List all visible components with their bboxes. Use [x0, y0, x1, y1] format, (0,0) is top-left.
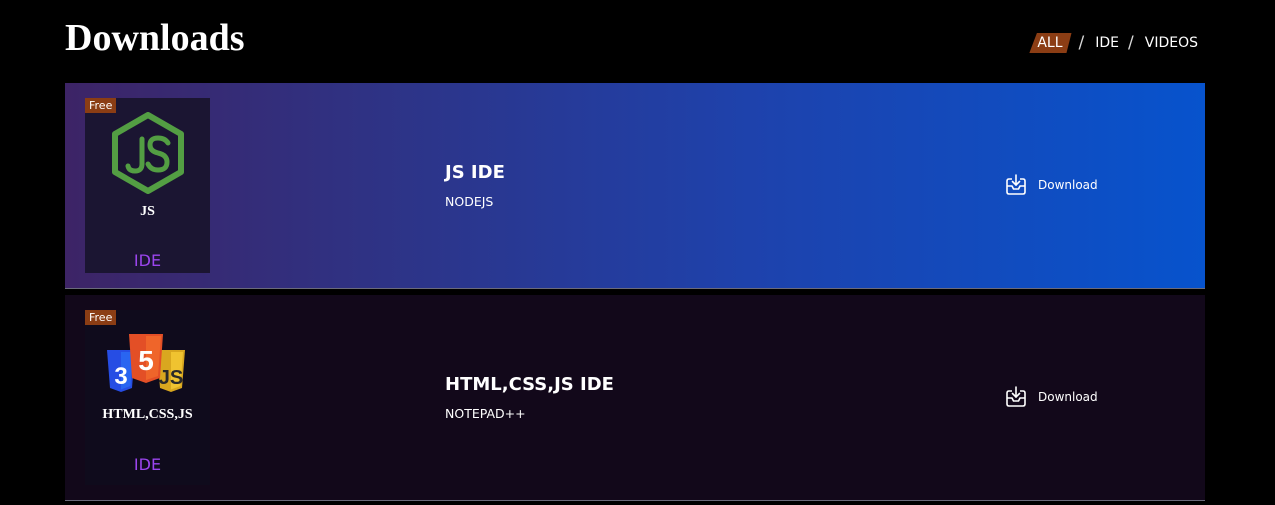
item-subtitle: NOTEPAD++: [445, 406, 526, 421]
page-title: Downloads: [65, 17, 245, 59]
thumbnail-category: IDE: [133, 455, 162, 474]
filter-separator: /: [1128, 33, 1134, 53]
filter-ide[interactable]: IDE: [1093, 35, 1121, 51]
free-badge: Free: [85, 310, 117, 325]
download-tray-icon: [1006, 386, 1026, 407]
thumbnail-name: JS: [140, 204, 155, 219]
download-label: Download: [1038, 178, 1098, 192]
card-info: HTML,CSS,JS IDE NOTEPAD++: [445, 373, 614, 421]
item-title[interactable]: HTML,CSS,JS IDE: [445, 373, 614, 397]
filter-videos[interactable]: VIDEOS: [1143, 35, 1200, 51]
nodejs-logo-icon: [112, 112, 184, 194]
card-thumbnail[interactable]: Free JS IDE: [85, 98, 210, 273]
filter-all[interactable]: ALL: [1029, 33, 1072, 53]
download-card: 3 JS 5 Free HTML,CSS,JS IDE HTML,CSS,JS …: [65, 295, 1205, 501]
download-label: Download: [1038, 390, 1098, 404]
item-title[interactable]: JS IDE: [445, 161, 505, 185]
download-button[interactable]: Download: [1005, 386, 1098, 408]
card-info: JS IDE NODEJS: [445, 161, 505, 209]
card-thumbnail[interactable]: 3 JS 5 Free HTML,CSS,JS IDE: [85, 310, 210, 485]
category-filters: ALL / IDE / VIDEOS: [1029, 32, 1200, 54]
svg-text:3: 3: [114, 363, 127, 390]
thumbnail-category: IDE: [133, 251, 162, 270]
filter-separator: /: [1078, 33, 1085, 53]
svg-text:5: 5: [138, 345, 154, 376]
download-card: Free JS IDE JS IDE NODEJS Download: [65, 83, 1205, 289]
free-badge: Free: [85, 98, 117, 113]
download-button[interactable]: Download: [1005, 174, 1098, 196]
download-tray-icon: [1006, 174, 1026, 195]
html-css-js-logos-icon: 3 JS 5: [107, 334, 185, 392]
svg-text:JS: JS: [159, 367, 183, 389]
item-subtitle: NODEJS: [445, 194, 494, 209]
thumbnail-name: HTML,CSS,JS: [102, 407, 193, 422]
